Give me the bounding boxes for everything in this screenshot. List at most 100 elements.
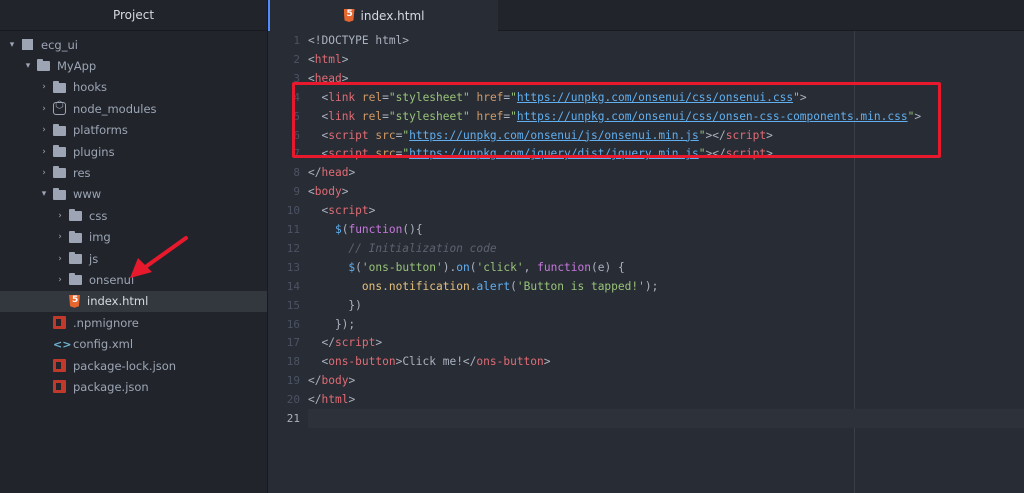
code-token: </ bbox=[308, 374, 322, 388]
tree-item-css[interactable]: › css bbox=[0, 205, 267, 226]
code-line[interactable]: }) bbox=[308, 296, 362, 315]
tree-item-res[interactable]: › res bbox=[0, 162, 267, 183]
tree-item-node-modules[interactable]: › node_modules bbox=[0, 98, 267, 119]
line-number: 17 bbox=[286, 336, 300, 350]
npm-icon bbox=[53, 359, 66, 372]
chevron-right-icon[interactable]: › bbox=[38, 125, 50, 135]
code-line[interactable]: <ons-button>Click me!</ons-button> bbox=[308, 352, 550, 371]
chevron-right-icon[interactable]: › bbox=[54, 211, 66, 221]
line-number: 2 bbox=[293, 52, 300, 66]
chevron-right-icon[interactable]: › bbox=[38, 147, 50, 157]
code-token: >Click me!</ bbox=[395, 355, 477, 369]
code-token: }) bbox=[308, 298, 362, 312]
chevron-down-icon[interactable]: ▾ bbox=[6, 40, 18, 50]
code-token: ons-button bbox=[476, 355, 544, 369]
code-line[interactable]: </html> bbox=[308, 390, 355, 409]
code-line[interactable]: // Initialization code bbox=[308, 239, 496, 258]
tree-item-label: www bbox=[73, 187, 102, 202]
chevron-right-icon[interactable]: › bbox=[54, 232, 66, 242]
tree-item-label: ecg_ui bbox=[41, 37, 78, 52]
tree-item-ecg-ui[interactable]: ▾ ecg_ui bbox=[0, 34, 267, 55]
code-line[interactable]: }); bbox=[308, 315, 355, 334]
tree-item-package-json[interactable]: package.json bbox=[0, 376, 267, 397]
code-line[interactable]: <!DOCTYPE html> bbox=[308, 31, 409, 50]
folder-icon bbox=[53, 123, 66, 137]
code-line[interactable]: <body> bbox=[308, 182, 348, 201]
tree-item-label: node_modules bbox=[73, 101, 157, 116]
code-token: . bbox=[382, 279, 389, 293]
tree-item-label: platforms bbox=[73, 123, 128, 138]
code-line[interactable]: </body> bbox=[308, 371, 355, 390]
code-token: ( bbox=[355, 260, 362, 274]
code-line[interactable]: </head> bbox=[308, 163, 355, 182]
code-token: </ bbox=[308, 166, 322, 180]
tree-item-label: img bbox=[89, 230, 111, 245]
code-line[interactable]: $(function(){ bbox=[308, 220, 423, 239]
folder-icon bbox=[69, 252, 82, 265]
code-token: }); bbox=[308, 317, 356, 331]
code-line[interactable]: </script> bbox=[308, 333, 382, 352]
line-number: 12 bbox=[286, 241, 300, 255]
tree-item-hooks[interactable]: › hooks bbox=[0, 77, 267, 98]
code-token: ). bbox=[442, 260, 457, 274]
tree-item-config-xml[interactable]: <> config.xml bbox=[0, 334, 267, 355]
code-token: < bbox=[308, 52, 315, 66]
chevron-right-icon[interactable]: › bbox=[54, 254, 66, 264]
chevron-down-icon[interactable]: ▾ bbox=[22, 61, 34, 71]
code-token: alert bbox=[476, 279, 511, 293]
line-number: 19 bbox=[286, 374, 300, 388]
tree-item-index-html[interactable]: index.html bbox=[0, 290, 267, 312]
folder-icon bbox=[69, 209, 82, 222]
tree-item-label: hooks bbox=[73, 80, 108, 95]
code-token: ons bbox=[361, 279, 383, 293]
code-line[interactable]: ons.notification.alert('Button is tapped… bbox=[308, 277, 658, 296]
code-token: body bbox=[314, 185, 342, 199]
code-line[interactable] bbox=[308, 409, 1024, 428]
line-number: 8 bbox=[293, 166, 300, 180]
line-number: 13 bbox=[286, 260, 300, 274]
code-token: ); bbox=[644, 279, 659, 293]
code-token: <!DOCTYPE html> bbox=[308, 34, 410, 47]
code-token: function bbox=[348, 223, 403, 236]
tree-item-plugins[interactable]: › plugins bbox=[0, 141, 267, 162]
code-token: > bbox=[375, 336, 383, 350]
tree-item-platforms[interactable]: › platforms bbox=[0, 120, 267, 141]
line-number: 15 bbox=[286, 298, 300, 312]
code-line[interactable]: $('ons-button').on('click', function(e) … bbox=[308, 258, 624, 277]
tab-bar: index.html bbox=[268, 0, 1024, 31]
chevron-right-icon[interactable]: › bbox=[38, 168, 50, 178]
code-token: < bbox=[308, 355, 329, 369]
chevron-down-icon[interactable]: ▾ bbox=[38, 189, 50, 199]
html5-icon bbox=[69, 294, 80, 308]
code-line[interactable]: <html> bbox=[308, 50, 348, 69]
tree-item-label: package.json bbox=[73, 379, 149, 394]
repo-icon bbox=[21, 38, 34, 51]
code-token: html bbox=[314, 52, 342, 66]
chevron-right-icon[interactable]: › bbox=[38, 82, 50, 92]
code-token: </ bbox=[308, 393, 322, 407]
code-token: 'Button is tapped!' bbox=[516, 279, 645, 293]
tree-item-label: css bbox=[89, 208, 108, 223]
tree-item-www[interactable]: ▾ www bbox=[0, 184, 267, 205]
code-token: (){ bbox=[402, 223, 423, 236]
annotation-highlight-box bbox=[292, 82, 941, 158]
tree-item-myapp[interactable]: ▾ MyApp bbox=[0, 55, 267, 76]
code-line[interactable]: <script> bbox=[308, 201, 375, 220]
tree-item-package-lock-json[interactable]: package-lock.json bbox=[0, 355, 267, 376]
tab-index-html[interactable]: index.html bbox=[268, 0, 498, 31]
tree-item-label: MyApp bbox=[57, 58, 97, 73]
line-number: 11 bbox=[286, 223, 300, 236]
tree-item--npmignore[interactable]: .npmignore bbox=[0, 312, 267, 333]
folder-icon bbox=[53, 166, 66, 179]
line-number: 14 bbox=[286, 279, 300, 293]
chevron-right-icon[interactable]: › bbox=[38, 104, 50, 114]
code-token: body bbox=[321, 374, 349, 388]
code-token: html bbox=[321, 393, 349, 407]
code-token: < bbox=[308, 185, 315, 199]
tree-item-label: package-lock.json bbox=[73, 358, 177, 373]
code-token: notification bbox=[388, 279, 470, 293]
chevron-right-icon[interactable]: › bbox=[54, 275, 66, 285]
html5-icon bbox=[343, 9, 355, 22]
